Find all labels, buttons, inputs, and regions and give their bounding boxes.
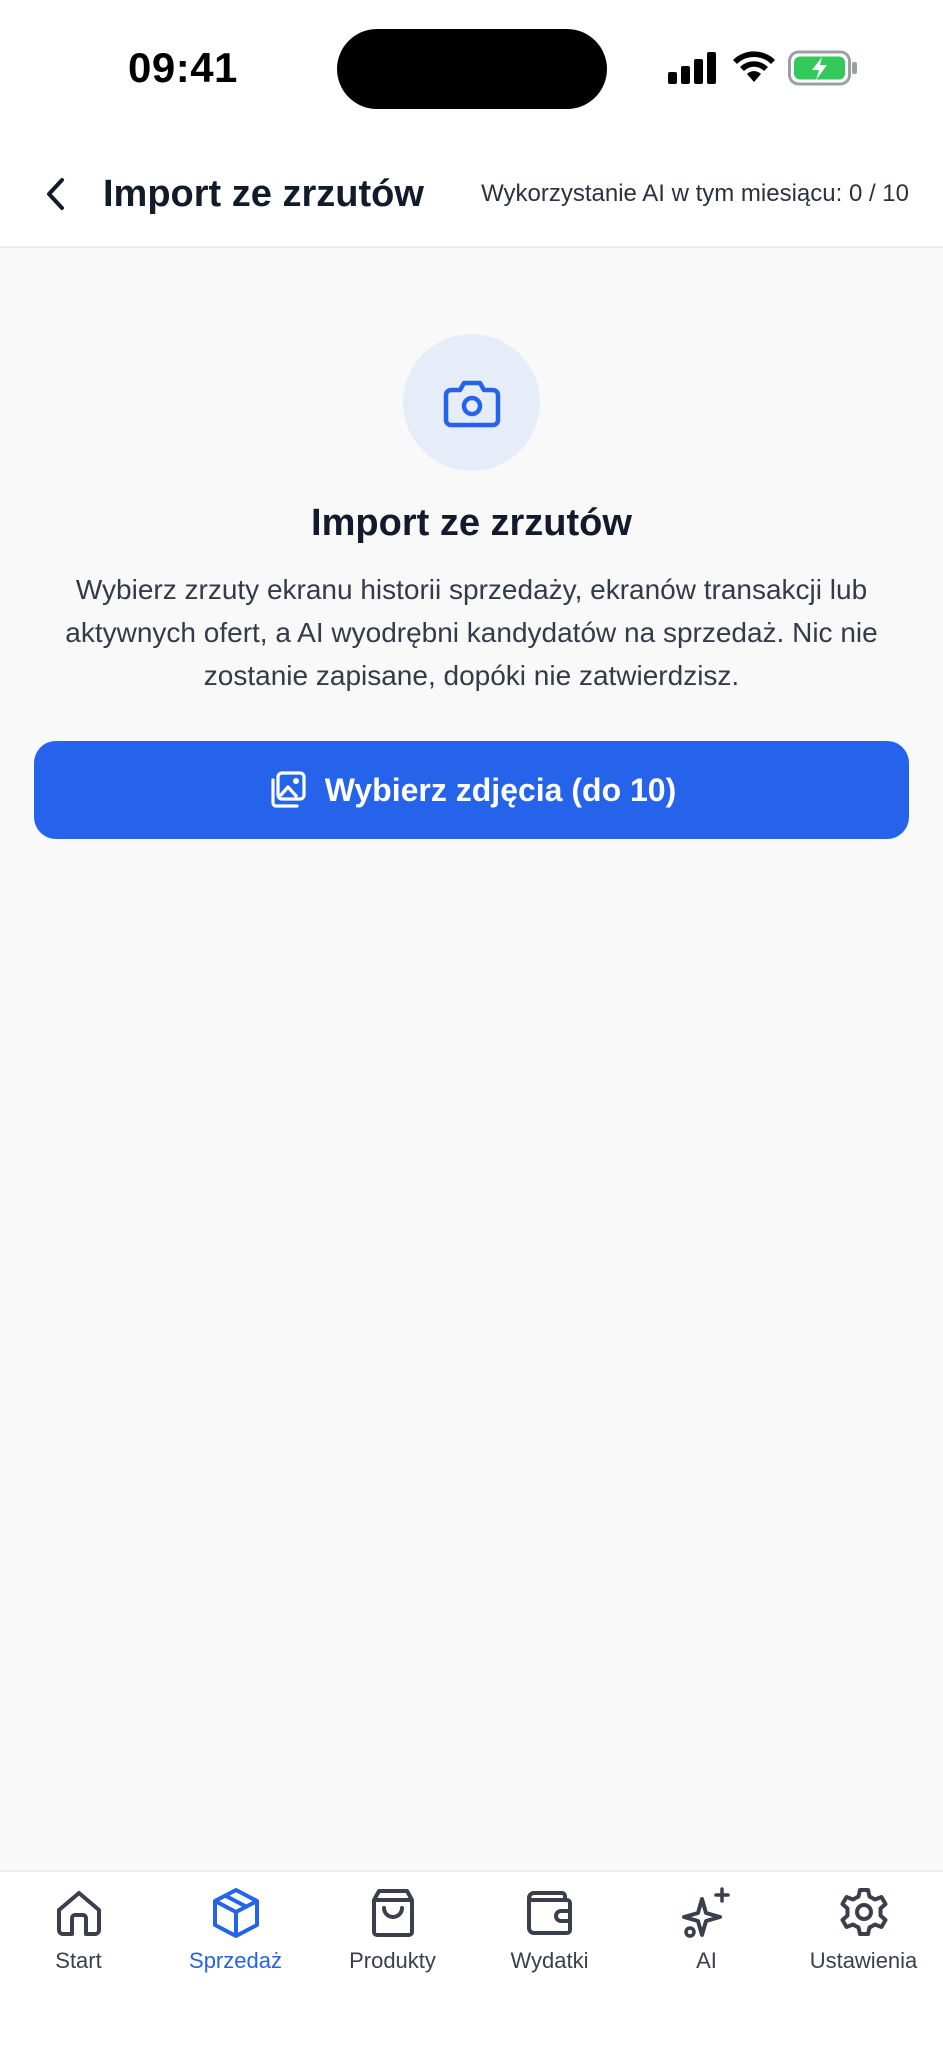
- tab-label: AI: [696, 1948, 717, 1973]
- wallet-icon: [526, 1891, 572, 1935]
- tab-wydatki[interactable]: Wydatki: [471, 1886, 628, 1986]
- wifi-icon: [733, 51, 775, 82]
- sparkles-icon: [681, 1887, 730, 1938]
- tab-ai[interactable]: AI: [628, 1886, 785, 1986]
- status-bar: 09:41: [0, 0, 943, 140]
- tab-sprzedaz[interactable]: Sprzedaż: [157, 1886, 314, 1986]
- tab-produkty[interactable]: Produkty: [314, 1886, 471, 1986]
- gear-icon: [840, 1888, 887, 1936]
- screen: 09:41 Import ze zrzutów Wykorzystanie AI…: [0, 0, 943, 2049]
- back-button[interactable]: [34, 166, 78, 222]
- tab-start[interactable]: Start: [0, 1886, 157, 1986]
- shopping-bag-icon: [371, 1889, 414, 1937]
- choose-photos-button[interactable]: Wybierz zdjęcia (do 10): [34, 741, 909, 839]
- tab-ustawienia[interactable]: Ustawienia: [785, 1886, 942, 1986]
- section-description: Wybierz zrzuty ekranu historii sprzedaży…: [65, 574, 878, 691]
- dynamic-island: [337, 29, 607, 109]
- page-title: Import ze zrzutów: [103, 173, 424, 215]
- battery-charging-icon: [788, 50, 857, 86]
- tab-label: Wydatki: [510, 1948, 589, 1973]
- chevron-left-icon: [47, 178, 64, 210]
- tab-label: Ustawienia: [809, 1948, 918, 1973]
- status-time: 09:41: [128, 44, 238, 91]
- photo-library-icon: [271, 771, 306, 808]
- box-icon: [212, 1888, 259, 1938]
- choose-photos-label: Wybierz zdjęcia (do 10): [324, 771, 677, 808]
- section-title: Import ze zrzutów: [311, 502, 632, 544]
- navigation-header: Import ze zrzutów Wykorzystanie AI w tym…: [0, 140, 943, 248]
- home-icon: [56, 1891, 101, 1936]
- ai-usage-counter: Wykorzystanie AI w tym miesiącu: 0 / 10: [481, 180, 909, 207]
- tab-label: Produkty: [349, 1948, 436, 1973]
- camera-icon: [443, 380, 500, 427]
- tab-label: Start: [55, 1948, 102, 1973]
- bottom-tab-bar: Start Sprzedaż Produkty Wydatki AI Ustaw…: [0, 1870, 943, 2049]
- camera-icon-badge: [403, 334, 540, 471]
- tab-label: Sprzedaż: [189, 1948, 282, 1973]
- cellular-signal-icon: [668, 52, 716, 84]
